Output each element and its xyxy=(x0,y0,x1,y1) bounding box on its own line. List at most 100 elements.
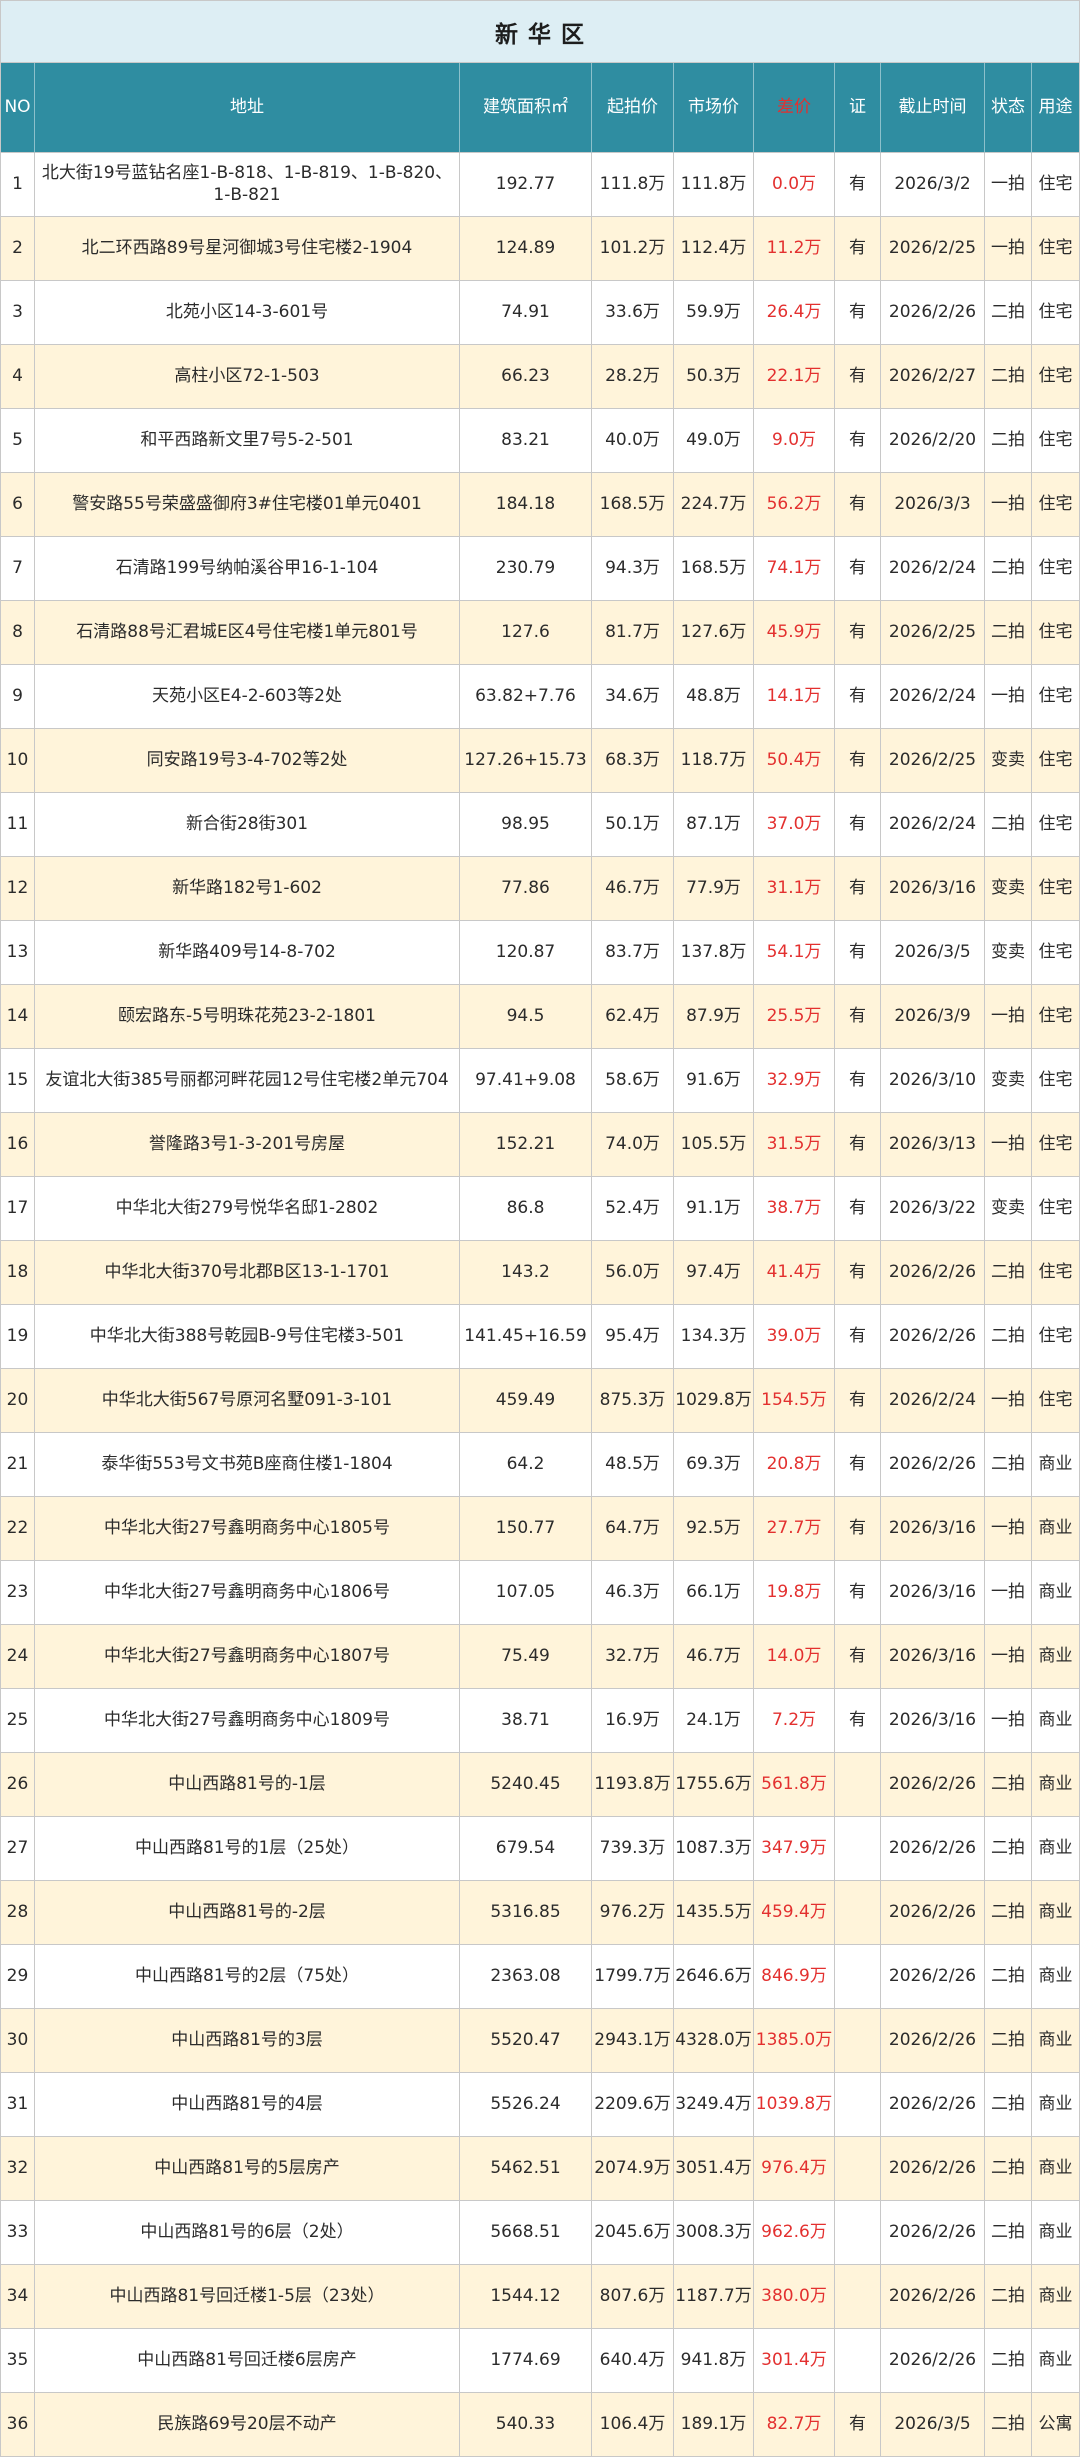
cell-status: 二拍 xyxy=(985,2329,1032,2393)
cell-start-price: 106.4万 xyxy=(592,2393,674,2457)
cell-deadline: 2026/2/26 xyxy=(881,1433,985,1497)
cell-market-price: 1087.3万 xyxy=(674,1817,754,1881)
cell-diff: 11.2万 xyxy=(754,217,835,281)
cell-start-price: 976.2万 xyxy=(592,1881,674,1945)
cell-cert xyxy=(835,2329,881,2393)
cell-market-price: 59.9万 xyxy=(674,281,754,345)
table-row: 1 北大街19号蓝钻名座1-B-818、1-B-819、1-B-820、1-B-8… xyxy=(0,153,1080,217)
cell-diff: 41.4万 xyxy=(754,1241,835,1305)
cell-address: 中山西路81号的1层（25处） xyxy=(35,1817,460,1881)
cell-deadline: 2026/3/16 xyxy=(881,1689,985,1753)
cell-start-price: 739.3万 xyxy=(592,1817,674,1881)
cell-start-price: 64.7万 xyxy=(592,1497,674,1561)
cell-area: 150.77 xyxy=(460,1497,592,1561)
cell-deadline: 2026/2/26 xyxy=(881,2009,985,2073)
cell-area: 540.33 xyxy=(460,2393,592,2457)
cell-cert: 有 xyxy=(835,409,881,473)
cell-address: 友谊北大街385号丽都河畔花园12号住宅楼2单元704 xyxy=(35,1049,460,1113)
cell-start-price: 74.0万 xyxy=(592,1113,674,1177)
cell-diff: 54.1万 xyxy=(754,921,835,985)
cell-start-price: 168.5万 xyxy=(592,473,674,537)
cell-area: 5520.47 xyxy=(460,2009,592,2073)
cell-usage: 住宅 xyxy=(1032,1177,1080,1241)
cell-address: 新华路182号1-602 xyxy=(35,857,460,921)
cell-usage: 住宅 xyxy=(1032,1241,1080,1305)
cell-deadline: 2026/2/26 xyxy=(881,2137,985,2201)
cell-start-price: 81.7万 xyxy=(592,601,674,665)
cell-start-price: 50.1万 xyxy=(592,793,674,857)
table-row: 5 和平西路新文里7号5-2-501 83.21 40.0万 49.0万 9.0万有 202… xyxy=(0,409,1080,473)
cell-cert: 有 xyxy=(835,217,881,281)
cell-no: 36 xyxy=(0,2393,35,2457)
cell-market-price: 3249.4万 xyxy=(674,2073,754,2137)
cell-diff: 347.9万 xyxy=(754,1817,835,1881)
table-row: 20 中华北大街567号原河名墅091-3-101 459.49 875.3万 1029… xyxy=(0,1369,1080,1433)
cell-deadline: 2026/2/24 xyxy=(881,793,985,857)
cell-start-price: 875.3万 xyxy=(592,1369,674,1433)
cell-start-price: 95.4万 xyxy=(592,1305,674,1369)
cell-deadline: 2026/2/25 xyxy=(881,217,985,281)
cell-no: 15 xyxy=(0,1049,35,1113)
cell-usage: 住宅 xyxy=(1032,345,1080,409)
cell-market-price: 87.1万 xyxy=(674,793,754,857)
cell-status: 一拍 xyxy=(985,1625,1032,1689)
table-row: 31 中山西路81号的4层 5526.24 2209.6万 3249.4万 1039.8万… xyxy=(0,2073,1080,2137)
cell-cert: 有 xyxy=(835,985,881,1049)
cell-no: 9 xyxy=(0,665,35,729)
cell-status: 二拍 xyxy=(985,2201,1032,2265)
cell-market-price: 3008.3万 xyxy=(674,2201,754,2265)
cell-cert: 有 xyxy=(835,601,881,665)
cell-no: 18 xyxy=(0,1241,35,1305)
cell-deadline: 2026/3/10 xyxy=(881,1049,985,1113)
cell-address: 誉隆路3号1-3-201号房屋 xyxy=(35,1113,460,1177)
cell-area: 2363.08 xyxy=(460,1945,592,2009)
cell-market-price: 224.7万 xyxy=(674,473,754,537)
cell-start-price: 58.6万 xyxy=(592,1049,674,1113)
cell-start-price: 62.4万 xyxy=(592,985,674,1049)
cell-market-price: 50.3万 xyxy=(674,345,754,409)
table-row: 26 中山西路81号的-1层 5240.45 1193.8万 1755.6万 561.8万… xyxy=(0,1753,1080,1817)
cell-start-price: 56.0万 xyxy=(592,1241,674,1305)
header-usage: 用途 xyxy=(1032,63,1080,153)
table-body: 1 北大街19号蓝钻名座1-B-818、1-B-819、1-B-820、1-B-8… xyxy=(0,153,1080,2457)
cell-address: 中山西路81号的-1层 xyxy=(35,1753,460,1817)
cell-no: 28 xyxy=(0,1881,35,1945)
cell-market-price: 66.1万 xyxy=(674,1561,754,1625)
cell-address: 中华北大街370号北郡B区13-1-1701 xyxy=(35,1241,460,1305)
cell-area: 5240.45 xyxy=(460,1753,592,1817)
auction-table: 新 华 区 NO 地址 建筑面积㎡ 起拍价 市场价 差价 证 截止时间 状态 用… xyxy=(0,0,1080,2457)
cell-address: 中华北大街27号鑫明商务中心1805号 xyxy=(35,1497,460,1561)
cell-diff: 74.1万 xyxy=(754,537,835,601)
cell-market-price: 127.6万 xyxy=(674,601,754,665)
table-row: 23 中华北大街27号鑫明商务中心1806号 107.05 46.3万 66.1万 19.… xyxy=(0,1561,1080,1625)
cell-market-price: 92.5万 xyxy=(674,1497,754,1561)
cell-address: 天苑小区E4-2-603等2处 xyxy=(35,665,460,729)
cell-market-price: 1755.6万 xyxy=(674,1753,754,1817)
cell-address: 中华北大街27号鑫明商务中心1807号 xyxy=(35,1625,460,1689)
cell-status: 二拍 xyxy=(985,1945,1032,2009)
cell-address: 中华北大街567号原河名墅091-3-101 xyxy=(35,1369,460,1433)
cell-market-price: 46.7万 xyxy=(674,1625,754,1689)
cell-address: 同安路19号3-4-702等2处 xyxy=(35,729,460,793)
cell-market-price: 941.8万 xyxy=(674,2329,754,2393)
cell-address: 高柱小区72-1-503 xyxy=(35,345,460,409)
table-row: 10 同安路19号3-4-702等2处 127.26+15.73 68.3万 118.7… xyxy=(0,729,1080,793)
cell-deadline: 2026/2/26 xyxy=(881,281,985,345)
cell-start-price: 16.9万 xyxy=(592,1689,674,1753)
cell-status: 变卖 xyxy=(985,921,1032,985)
cell-cert xyxy=(835,1753,881,1817)
cell-address: 中山西路81号的6层（2处） xyxy=(35,2201,460,2265)
cell-deadline: 2026/3/13 xyxy=(881,1113,985,1177)
cell-status: 二拍 xyxy=(985,281,1032,345)
cell-usage: 住宅 xyxy=(1032,409,1080,473)
cell-area: 97.41+9.08 xyxy=(460,1049,592,1113)
cell-diff: 20.8万 xyxy=(754,1433,835,1497)
cell-diff: 0.0万 xyxy=(754,153,835,217)
cell-market-price: 134.3万 xyxy=(674,1305,754,1369)
cell-market-price: 189.1万 xyxy=(674,2393,754,2457)
cell-diff: 22.1万 xyxy=(754,345,835,409)
cell-diff: 9.0万 xyxy=(754,409,835,473)
cell-usage: 商业 xyxy=(1032,1497,1080,1561)
cell-usage: 住宅 xyxy=(1032,217,1080,281)
cell-deadline: 2026/3/16 xyxy=(881,1625,985,1689)
